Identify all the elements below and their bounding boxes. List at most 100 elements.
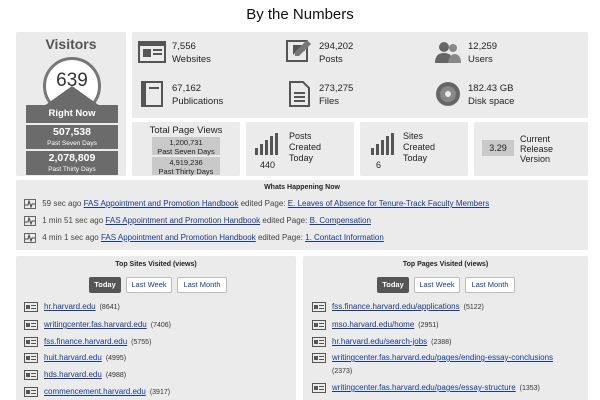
page-views-thirty-count: 4,919,236 bbox=[169, 158, 203, 167]
release-label-2: Release bbox=[520, 144, 554, 154]
top-sites-tab-last-week[interactable]: Last Week bbox=[126, 277, 172, 293]
stat-disk: 182.43 GB Disk space bbox=[434, 80, 574, 110]
top-page-row: writingcenter.fas.harvard.edu/pages/essa… bbox=[312, 383, 540, 393]
page-views-seven-label: Past Seven Days bbox=[157, 147, 215, 156]
stat-disk-label: Disk space bbox=[468, 96, 515, 107]
release-label-1: Current bbox=[520, 134, 551, 144]
stat-files-label: Files bbox=[319, 96, 340, 107]
stat-publications-label: Publications bbox=[172, 96, 224, 107]
activity-action: edited Page: bbox=[240, 199, 286, 209]
top-pages-tab-today[interactable]: Today bbox=[377, 277, 409, 293]
happening-title: Whats Happening Now bbox=[264, 184, 340, 191]
activity-site-link[interactable]: FAS Appointment and Promotion Handbook bbox=[105, 216, 260, 225]
activity-icon bbox=[24, 199, 36, 209]
top-page-row: writingcenter.fas.harvard.edu/pages/endi… bbox=[312, 353, 553, 363]
top-site-row: writingcenter.fas.harvard.edu (7406) bbox=[24, 320, 171, 330]
visitors-thirty-days: 2,078,809 Past Thirty Days bbox=[26, 151, 118, 175]
stat-posts: 294,202 Posts bbox=[285, 38, 425, 68]
top-site-link[interactable]: hr.harvard.edu bbox=[44, 302, 96, 311]
top-site-link[interactable]: hds.harvard.edu bbox=[44, 370, 102, 379]
page-icon bbox=[312, 353, 326, 363]
top-page-row: hr.harvard.edu/search-jobs (2388) bbox=[312, 337, 451, 347]
page-icon bbox=[24, 302, 38, 312]
sites-today-label-3: Today bbox=[403, 153, 428, 163]
top-sites-tab-today[interactable]: Today bbox=[89, 277, 121, 293]
page-views-seven-count: 1,200,731 bbox=[169, 138, 203, 147]
top-sites-title: Top Sites Visited (views) bbox=[115, 261, 197, 268]
visitors-seven-days-count: 507,538 bbox=[53, 126, 91, 138]
page-icon bbox=[24, 370, 38, 380]
top-site-count: (5755) bbox=[131, 339, 152, 347]
activity-row: 4 min 1 sec ago FAS Appointment and Prom… bbox=[24, 233, 384, 243]
stat-files-value: 273,275 bbox=[319, 83, 354, 94]
top-site-count: (7406) bbox=[150, 322, 171, 330]
visitors-thirty-days-count: 2,078,809 bbox=[48, 152, 96, 164]
top-page-link[interactable]: writingcenter.fas.harvard.edu/pages/essa… bbox=[332, 383, 516, 392]
top-site-row: fss.finance.harvard.edu (5755) bbox=[24, 337, 151, 347]
sites-today-count: 6 bbox=[376, 160, 382, 170]
page-icon bbox=[24, 353, 38, 363]
stat-users-value: 12,259 bbox=[468, 41, 498, 52]
activity-page-link[interactable]: 1. Contact Information bbox=[305, 233, 384, 242]
page-views-thirty-label: Past Thirty Days bbox=[158, 167, 214, 176]
page-icon bbox=[312, 337, 326, 347]
top-site-row: hds.harvard.edu (4988) bbox=[24, 370, 126, 380]
page-title: By the Numbers bbox=[246, 6, 354, 23]
activity-page-link[interactable]: B. Compensation bbox=[310, 216, 371, 225]
visitors-thirty-days-label: Past Thirty Days bbox=[48, 166, 96, 173]
top-site-count: (3917) bbox=[149, 389, 171, 397]
top-site-link[interactable]: fss.finance.harvard.edu bbox=[44, 337, 127, 346]
activity-site-link[interactable]: FAS Appointment and Promotion Handbook bbox=[84, 199, 239, 208]
top-site-link[interactable]: commencement.harvard.edu bbox=[44, 387, 146, 396]
top-page-count: (2388) bbox=[431, 339, 452, 347]
stat-publications: 67,162 Publications bbox=[138, 80, 278, 110]
top-site-count: (8641) bbox=[99, 304, 120, 312]
users-icon bbox=[435, 42, 461, 63]
top-site-count: (4995) bbox=[105, 355, 127, 363]
top-page-count-row: (2373) bbox=[332, 366, 352, 375]
activity-time: 59 sec ago bbox=[42, 199, 82, 209]
activity-time: 1 min 51 sec ago bbox=[42, 216, 104, 226]
top-page-row: mso.harvard.edu/home (2951) bbox=[312, 320, 439, 330]
posts-today-count: 440 bbox=[260, 160, 276, 170]
activity-icon bbox=[24, 233, 36, 243]
publications-icon bbox=[141, 81, 163, 107]
activity-site-link[interactable]: FAS Appointment and Promotion Handbook bbox=[101, 233, 256, 242]
release-value: 3.29 bbox=[482, 140, 514, 156]
top-page-count: (5122) bbox=[463, 304, 484, 312]
visitors-now-label: Right Now bbox=[26, 105, 118, 123]
bar-chart-icon bbox=[371, 133, 394, 155]
stat-posts-label: Posts bbox=[319, 54, 343, 65]
stat-websites-label: Websites bbox=[172, 54, 211, 65]
page-icon bbox=[312, 320, 326, 330]
stat-publications-value: 67,162 bbox=[172, 83, 202, 94]
posts-today-label-3: Today bbox=[289, 153, 314, 163]
top-page-count: (1353) bbox=[519, 385, 540, 393]
stat-files: 273,275 Files bbox=[285, 80, 425, 110]
page-icon bbox=[312, 302, 326, 312]
disk-icon bbox=[436, 82, 460, 106]
activity-row: 59 sec ago FAS Appointment and Promotion… bbox=[24, 199, 489, 209]
stat-websites-value: 7,556 bbox=[172, 41, 196, 52]
top-page-link[interactable]: hr.harvard.edu/search-jobs bbox=[332, 337, 427, 346]
page-views-label: Total Page Views bbox=[149, 125, 223, 136]
top-pages-tab-last-month[interactable]: Last Month bbox=[465, 277, 515, 293]
activity-action: edited Page: bbox=[262, 216, 308, 226]
page-views-thirty: 4,919,236 Past Thirty Days bbox=[152, 157, 220, 176]
posts-icon bbox=[286, 40, 311, 62]
files-icon bbox=[289, 81, 310, 107]
top-page-link[interactable]: writingcenter.fas.harvard.edu/pages/endi… bbox=[332, 353, 553, 362]
visitors-seven-days: 507,538 Past Seven Days bbox=[26, 125, 118, 149]
stat-users-label: Users bbox=[468, 54, 493, 65]
top-page-link[interactable]: fss.finance.harvard.edu/applications bbox=[332, 302, 460, 311]
top-site-link[interactable]: writingcenter.fas.harvard.edu bbox=[44, 320, 147, 329]
activity-time: 4 min 1 sec ago bbox=[42, 233, 99, 243]
top-site-row: commencement.harvard.edu (3917) bbox=[24, 387, 170, 397]
top-site-link[interactable]: huit.harvard.edu bbox=[44, 353, 102, 362]
sites-today-label-1: Sites bbox=[403, 131, 424, 141]
activity-page-link[interactable]: E. Leaves of Absence for Tenure-Track Fa… bbox=[288, 199, 489, 208]
top-page-link[interactable]: mso.harvard.edu/home bbox=[332, 320, 414, 329]
top-sites-tab-last-month[interactable]: Last Month bbox=[177, 277, 227, 293]
top-site-count: (4988) bbox=[105, 372, 127, 380]
top-pages-tab-last-week[interactable]: Last Week bbox=[414, 277, 460, 293]
